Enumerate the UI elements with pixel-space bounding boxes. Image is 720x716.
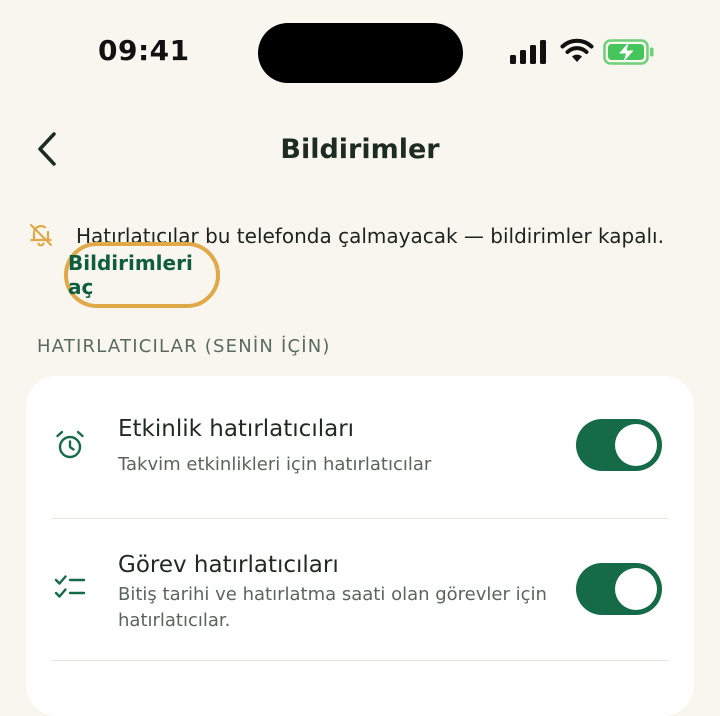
page-title: Bildirimler [280,134,440,165]
divider [52,518,668,519]
toggle-knob [615,424,657,466]
divider [52,660,668,661]
enable-notifications-button[interactable]: Bildirimleri aç [64,242,220,308]
section-label: HATIRLATICILAR (SENİN İÇİN) [37,336,331,357]
battery-charging-icon [603,39,654,65]
checklist-icon [54,575,86,598]
wifi-icon [560,38,594,62]
reminders-card: Etkinlik hatırlatıcıları Takvim etkinlik… [26,376,694,716]
event-reminders-title: Etkinlik hatırlatıcıları [118,416,355,442]
event-reminders-toggle[interactable] [576,419,662,471]
status-time: 09:41 [98,34,190,67]
task-reminders-title: Görev hatırlatıcıları [118,552,339,578]
dynamic-island [258,23,463,83]
bell-off-icon [29,223,53,247]
cellular-signal-icon [510,40,546,64]
alarm-clock-icon [56,430,84,459]
task-reminders-subtitle: Bitiş tarihi ve hatırlatma saati olan gö… [118,584,547,631]
enable-notifications-label: Bildirimleri aç [68,251,193,299]
task-reminders-toggle[interactable] [576,563,662,615]
toggle-knob [615,568,657,610]
event-reminders-subtitle: Takvim etkinlikleri için hatırlatıcılar [118,454,432,475]
